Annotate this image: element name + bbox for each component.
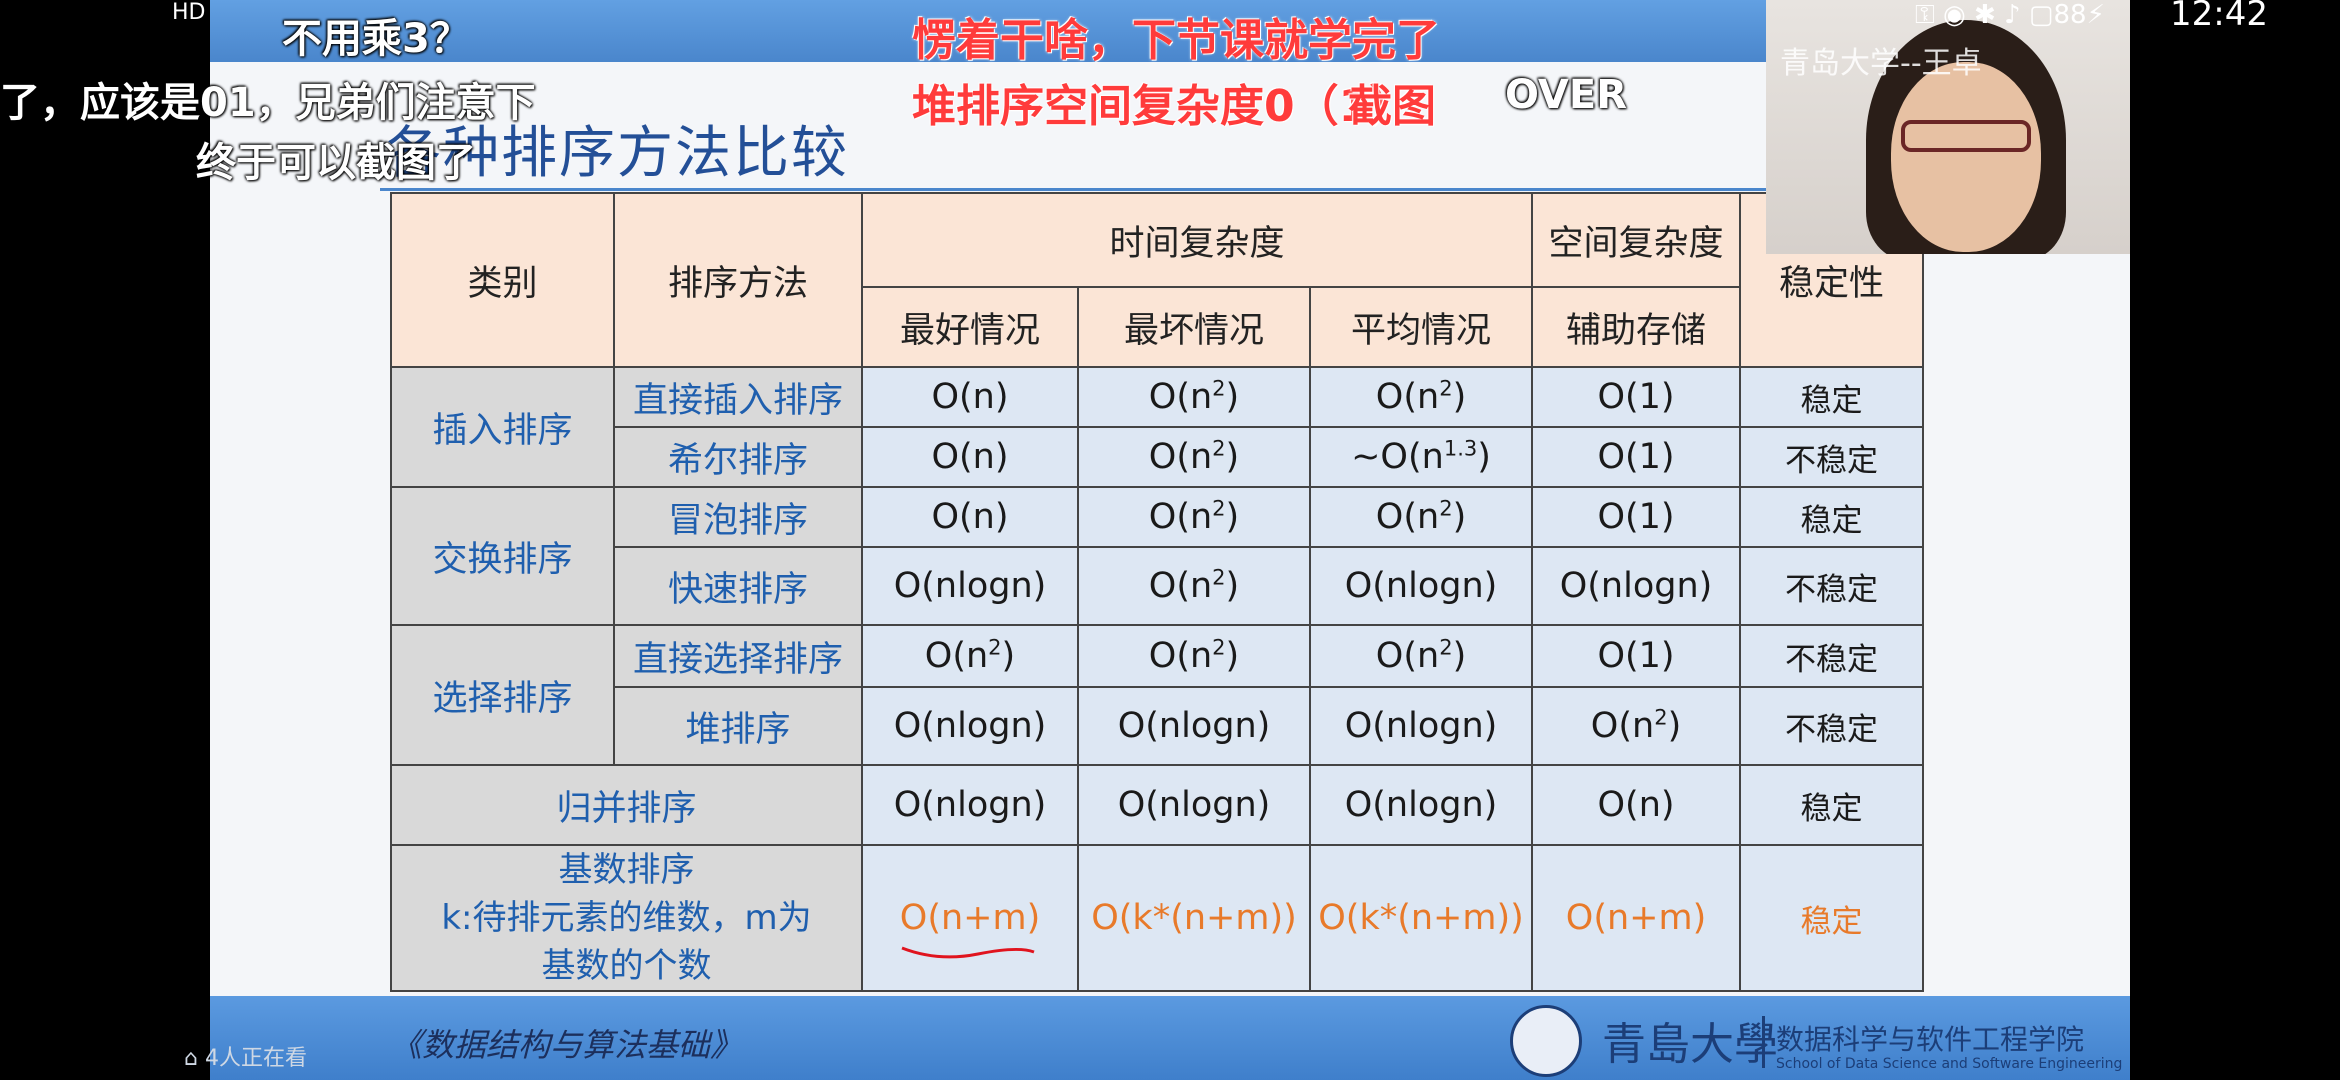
viewer-count: ⌂ 4人正在看	[184, 1046, 307, 1071]
group-selection: 选择排序	[390, 624, 615, 766]
school-name-cn: 数据科学与软件工程学院	[1776, 1023, 2085, 1056]
status-bar-right: ⚿ ◉ ✱ ♪ ▢88⚡	[1915, 0, 2105, 30]
red-underline-annotation	[901, 946, 1035, 959]
worst-cell: O(nlogn)	[1077, 686, 1311, 766]
worst-cell: O(n2)	[1077, 366, 1311, 428]
method-cell: 归并排序	[390, 764, 863, 846]
radix-name: 基数排序	[558, 850, 695, 890]
footer-divider	[1762, 1016, 1765, 1068]
stability-cell: 稳定	[1739, 764, 1925, 846]
stability-cell: 不稳定	[1739, 624, 1925, 688]
avg-cell: O(nlogn)	[1308, 686, 1534, 766]
aux-cell: O(n2)	[1531, 686, 1742, 766]
avg-cell: O(n2)	[1308, 624, 1534, 688]
aux-cell: O(1)	[1531, 426, 1742, 488]
header-worst: 最坏情况	[1077, 286, 1311, 368]
best-cell: O(n+m)	[861, 844, 1079, 992]
method-cell-radix: 基数排序 k:待排元素的维数，m为 基数的个数	[390, 844, 863, 992]
header-time: 时间复杂度	[860, 192, 1534, 288]
group-insertion: 插入排序	[390, 366, 615, 488]
aux-cell: O(1)	[1531, 366, 1742, 428]
method-cell: 直接选择排序	[613, 624, 863, 688]
school-name-en: School of Data Science and Software Engi…	[1776, 1056, 2123, 1072]
danmaku-comment: 愣着干啥，下节课就学完了	[912, 15, 1440, 66]
danmaku-comment: 堆排序空间复杂度0（1）	[912, 81, 1414, 132]
method-cell: 直接插入排序	[613, 366, 863, 428]
header-space: 空间复杂度	[1531, 192, 1742, 288]
avg-cell: O(nlogn)	[1308, 764, 1534, 846]
best-cell: O(n)	[861, 426, 1079, 488]
danmaku-comment: 终于可以截图了	[196, 140, 476, 186]
aux-cell: O(1)	[1531, 486, 1742, 548]
danmaku-comment: OVER	[1505, 72, 1628, 118]
university-name: 青島大學	[1602, 1019, 1778, 1070]
header-aux: 辅助存储	[1531, 286, 1742, 368]
avg-cell: O(k*(n+m))	[1308, 844, 1534, 992]
worst-cell: O(n2)	[1077, 486, 1311, 548]
danmaku-comment: 截图	[1348, 81, 1436, 132]
aux-cell: O(n)	[1531, 764, 1742, 846]
best-cell: O(n2)	[861, 624, 1079, 688]
method-cell: 堆排序	[613, 686, 863, 766]
method-cell: 冒泡排序	[613, 486, 863, 548]
danmaku-comment: 不用乘3？	[282, 16, 470, 62]
header-category: 类别	[390, 192, 615, 368]
presenter-face	[1891, 62, 2041, 252]
header-avg: 平均情况	[1308, 286, 1534, 368]
method-cell: 快速排序	[613, 546, 863, 626]
avg-cell: O(n2)	[1308, 486, 1534, 548]
avg-cell: O(n2)	[1308, 366, 1534, 428]
webcam-label: 青岛大学--王卓	[1780, 46, 1982, 81]
stability-cell: 不稳定	[1739, 686, 1925, 766]
stability-cell: 不稳定	[1739, 546, 1925, 626]
radix-note: k:待排元素的维数，m为	[441, 898, 812, 938]
aux-cell: O(1)	[1531, 624, 1742, 688]
avg-cell: O(nlogn)	[1308, 546, 1534, 626]
sort-comparison-table: 类别 排序方法 时间复杂度 空间复杂度 稳定性 最好情况 最坏情况 平均情况 辅…	[390, 192, 1925, 992]
stability-cell: 不稳定	[1739, 426, 1925, 488]
stability-cell: 稳定	[1739, 366, 1925, 428]
stability-cell: 稳定	[1739, 844, 1925, 992]
avg-cell: ~O(n1.3)	[1308, 426, 1534, 488]
stability-cell: 稳定	[1739, 486, 1925, 548]
worst-cell: O(nlogn)	[1077, 764, 1311, 846]
header-best: 最好情况	[861, 286, 1079, 368]
best-cell: O(n)	[861, 366, 1079, 428]
aux-cell: O(n+m)	[1531, 844, 1742, 992]
aux-cell: O(nlogn)	[1531, 546, 1742, 626]
best-cell: O(nlogn)	[861, 686, 1079, 766]
radix-note-2: 基数的个数	[541, 946, 712, 986]
university-seal-icon	[1510, 1005, 1582, 1077]
best-cell: O(nlogn)	[861, 764, 1079, 846]
webcam-overlay[interactable]: 青岛大学--王卓	[1766, 0, 2130, 254]
header-method: 排序方法	[613, 192, 863, 368]
worst-cell: O(n2)	[1077, 624, 1311, 688]
best-cell: O(nlogn)	[861, 546, 1079, 626]
method-cell: 希尔排序	[613, 426, 863, 488]
clock: 12:42	[2170, 0, 2268, 34]
worst-cell: O(k*(n+m))	[1077, 844, 1311, 992]
group-exchange: 交换排序	[390, 486, 615, 626]
worst-cell: O(n2)	[1077, 546, 1311, 626]
worst-cell: O(n2)	[1077, 426, 1311, 488]
presenter-glasses	[1901, 120, 2031, 152]
danmaku-comment: 了，应该是01，兄弟们注意下	[0, 80, 536, 126]
best-cell: O(n)	[861, 486, 1079, 548]
course-name: 《数据结构与算法基础》	[390, 1026, 743, 1064]
